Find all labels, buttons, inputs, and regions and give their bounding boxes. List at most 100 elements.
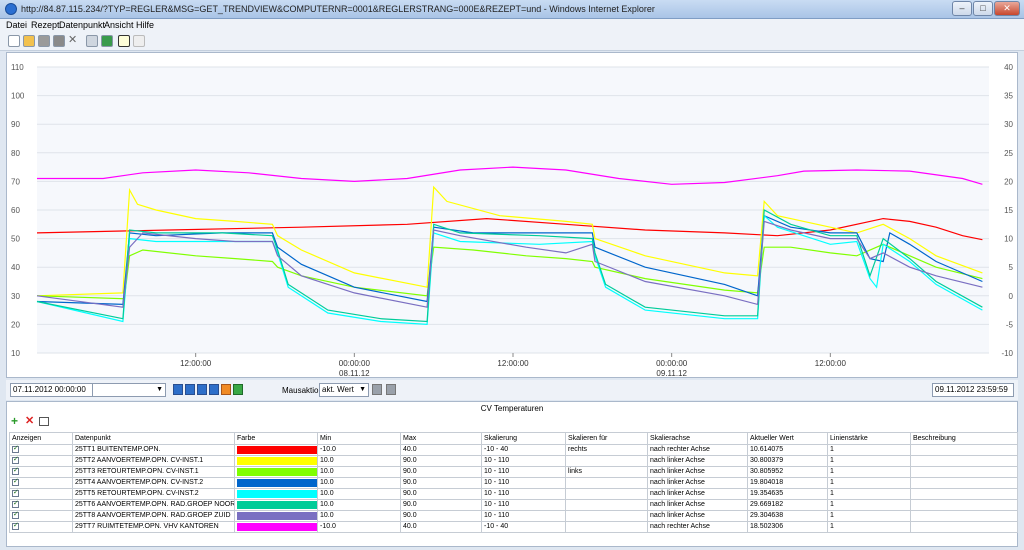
save-icon[interactable] — [38, 35, 50, 47]
save-all-icon[interactable] — [53, 35, 65, 47]
column-header[interactable]: Beschreibung — [910, 432, 1018, 445]
table-row[interactable]: 25TT1 BUITENTEMP.OPN. -10.040.0-10 - 40re… — [9, 444, 1018, 456]
value-cell: 29.304638 — [747, 510, 828, 522]
column-header[interactable]: Linienstärke — [827, 432, 911, 445]
column-header[interactable]: Max — [400, 432, 482, 445]
column-header[interactable]: Skalierung — [481, 432, 566, 445]
minimize-button[interactable]: – — [952, 1, 972, 16]
column-header[interactable]: Skalierachse — [647, 432, 748, 445]
delete-icon[interactable]: ✕ — [68, 35, 80, 47]
first-page-icon[interactable] — [173, 384, 183, 395]
left-axis-tick: 100 — [11, 92, 25, 101]
column-header[interactable]: Skalieren für — [565, 432, 648, 445]
zoom-in-icon[interactable] — [372, 384, 382, 395]
maximize-button[interactable]: □ — [973, 1, 993, 16]
datapoint-cell: 25TT2 AANVOERTEMP.OPN. CV-INST.1 — [72, 455, 235, 467]
export-icon[interactable] — [101, 35, 113, 47]
checkbox[interactable] — [9, 455, 73, 467]
min-cell: 10.0 — [317, 488, 401, 500]
open-icon[interactable] — [23, 35, 35, 47]
table-settings-icon[interactable] — [39, 417, 49, 426]
chart-view-icon[interactable] — [118, 35, 130, 47]
color-swatch[interactable] — [237, 501, 317, 509]
datapoint-cell: 25TT6 AANVOERTEMP.OPN. RAD.GROEP NOORD — [72, 499, 235, 511]
line-width-cell: 1 — [827, 499, 911, 511]
line-width-cell: 1 — [827, 477, 911, 489]
left-axis-tick: 10 — [11, 349, 20, 358]
prev-page-icon[interactable] — [185, 384, 195, 395]
close-button[interactable]: ✕ — [994, 1, 1020, 16]
checkbox[interactable] — [9, 521, 73, 533]
datapoint-table: Anzeigen Datenpunkt Farbe Min Max Skalierung S… — [9, 432, 1018, 533]
color-swatch[interactable] — [237, 446, 317, 454]
table-row[interactable]: 25TT2 AANVOERTEMP.OPN. CV-INST.1 10.090.0… — [9, 455, 1018, 467]
datapoint-panel: CV Temperaturen + ✕ Anzeigen Datenpunkt Fa… — [6, 401, 1018, 547]
show-checkbox[interactable] — [12, 446, 19, 453]
scale-for-cell — [565, 477, 648, 489]
comment-icon[interactable] — [133, 35, 145, 47]
column-header[interactable]: Farbe — [234, 432, 318, 445]
table-row[interactable]: 29TT7 RUIMTETEMP.OPN. VHV KANTOREN -10.04… — [9, 521, 1018, 533]
checkbox[interactable] — [9, 510, 73, 522]
menu-rezept[interactable]: Rezept — [31, 20, 60, 30]
print-icon[interactable] — [86, 35, 98, 47]
scale-for-cell — [565, 499, 648, 511]
time-control-bar: 07.11.2012 00:00:00 ▼ Mausaktion: akt. W… — [6, 380, 1018, 400]
menu-hilfe[interactable]: Hilfe — [136, 20, 154, 30]
value-cell: 10.614075 — [747, 444, 828, 456]
color-swatch[interactable] — [237, 512, 317, 520]
remove-icon[interactable]: ✕ — [25, 416, 34, 427]
checkbox[interactable] — [9, 444, 73, 456]
column-header[interactable]: Datenpunkt — [72, 432, 235, 445]
checkbox[interactable] — [9, 499, 73, 511]
zoom-out-icon[interactable] — [386, 384, 396, 395]
min-cell: 10.0 — [317, 510, 401, 522]
end-date-input[interactable]: 09.11.2012 23:59:59 — [932, 383, 1014, 397]
column-header[interactable]: Anzeigen — [9, 432, 73, 445]
menu-datei[interactable]: Datei — [6, 20, 27, 30]
mouse-action-select[interactable]: akt. Wert ▼ — [319, 383, 369, 397]
table-row[interactable]: 25TT8 AANVOERTEMP.OPN. RAD.GROEP ZUID 10.… — [9, 510, 1018, 522]
add-icon[interactable]: + — [11, 415, 18, 427]
go-icon[interactable] — [233, 384, 243, 395]
color-swatch[interactable] — [237, 468, 317, 476]
next-page-icon[interactable] — [209, 384, 219, 395]
new-icon[interactable] — [8, 35, 20, 47]
min-cell: -10.0 — [317, 444, 401, 456]
refresh-icon[interactable] — [221, 384, 231, 395]
start-date-input[interactable]: 07.11.2012 00:00:00 — [10, 383, 94, 397]
show-checkbox[interactable] — [12, 490, 19, 497]
color-swatch[interactable] — [237, 479, 317, 487]
checkbox[interactable] — [9, 466, 73, 478]
checkbox[interactable] — [9, 488, 73, 500]
color-swatch[interactable] — [237, 523, 317, 531]
menu-ansicht[interactable]: Ansicht — [104, 20, 134, 30]
show-checkbox[interactable] — [12, 523, 19, 530]
x-axis-tick: 12:00:00 — [180, 359, 212, 368]
play-icon[interactable] — [197, 384, 207, 395]
color-swatch[interactable] — [237, 490, 317, 498]
table-row[interactable]: 25TT3 RETOURTEMP.OPN. CV-INST.110.090.01… — [9, 466, 1018, 478]
checkbox[interactable] — [9, 477, 73, 489]
column-header[interactable]: Min — [317, 432, 401, 445]
menu-datenpunkt[interactable]: Datenpunkt — [59, 20, 105, 30]
show-checkbox[interactable] — [12, 468, 19, 475]
column-header[interactable]: Aktueller Wert — [747, 432, 828, 445]
range-dropdown[interactable]: ▼ — [92, 383, 166, 397]
table-row[interactable]: 25TT5 RETOURTEMP.OPN. CV-INST.210.090.01… — [9, 488, 1018, 500]
title-bar: http://84.87.115.234/?TYP=REGLER&MSG=GET… — [0, 0, 1024, 19]
color-swatch[interactable] — [237, 457, 317, 465]
max-cell: 90.0 — [400, 510, 482, 522]
show-checkbox[interactable] — [12, 512, 19, 519]
chevron-down-icon: ▼ — [156, 386, 163, 393]
min-cell: 10.0 — [317, 477, 401, 489]
table-row[interactable]: 25TT6 AANVOERTEMP.OPN. RAD.GROEP NOORD 10… — [9, 499, 1018, 511]
show-checkbox[interactable] — [12, 479, 19, 486]
show-checkbox[interactable] — [12, 457, 19, 464]
x-axis-date: 08.11.12 — [339, 369, 370, 377]
color-cell — [234, 488, 318, 500]
table-row[interactable]: 25TT4 AANVOERTEMP.OPN. CV-INST.2 10.090.0… — [9, 477, 1018, 489]
line-width-cell: 1 — [827, 444, 911, 456]
max-cell: 90.0 — [400, 499, 482, 511]
show-checkbox[interactable] — [12, 501, 19, 508]
